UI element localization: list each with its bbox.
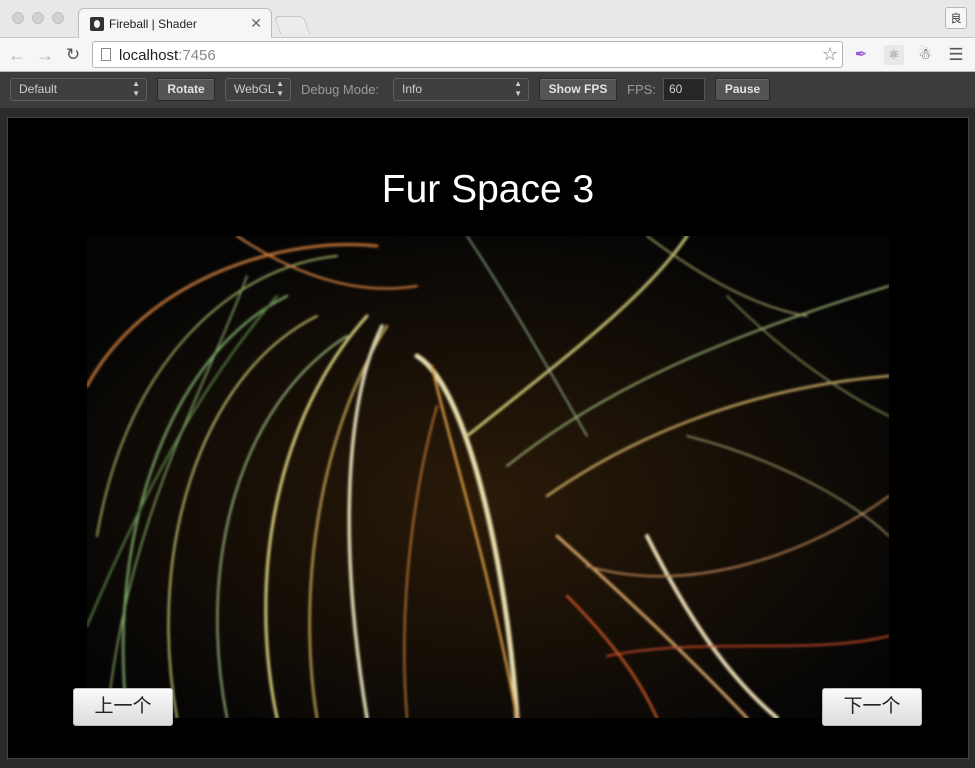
fps-input[interactable]: 60 — [663, 78, 705, 101]
star-icon[interactable]: ☆ — [822, 44, 838, 65]
rotate-button[interactable]: Rotate — [157, 78, 215, 101]
select-arrows-icon: ▲ ▼ — [514, 79, 522, 98]
tab-title: Fireball | Shader — [109, 17, 197, 31]
browser-toolbar: ← → ↻ localhost:7456 ☆ ✒ ⚛ ☃ ☰ — [0, 38, 975, 72]
fps-label: FPS: — [627, 82, 656, 97]
evernote-icon[interactable]: ☃ — [915, 45, 935, 65]
window-close-dot[interactable] — [12, 12, 24, 24]
hamburger-menu-icon[interactable]: ☰ — [946, 45, 966, 65]
fur-space-shader-output — [87, 236, 889, 718]
debug-mode-select[interactable]: Info ▲ ▼ — [393, 78, 529, 101]
browser-titlebar: Fireball | Shader ✕ 良 — [0, 0, 975, 39]
profile-button[interactable]: 良 — [945, 7, 967, 29]
reload-icon[interactable]: ↻ — [62, 44, 84, 66]
window-minimize-dot[interactable] — [32, 12, 44, 24]
fireball-favicon-icon — [90, 17, 104, 31]
pause-button[interactable]: Pause — [715, 78, 770, 101]
select-arrows-icon: ▲ ▼ — [276, 79, 284, 98]
feather-icon[interactable]: ✒ — [851, 45, 871, 65]
back-arrow-icon[interactable]: ← — [6, 44, 28, 66]
prev-scene-button[interactable]: 上一个 — [73, 688, 173, 726]
debug-mode-label: Debug Mode: — [301, 82, 380, 97]
new-tab-button[interactable] — [273, 16, 311, 34]
page-icon — [101, 48, 111, 61]
url-text[interactable]: localhost:7456 — [119, 47, 216, 64]
browser-tab[interactable]: Fireball | Shader ✕ — [78, 8, 272, 39]
forward-arrow-icon[interactable]: → — [34, 44, 56, 66]
shader-streaks-image — [87, 236, 889, 718]
scene-title: Fur Space 3 — [381, 168, 595, 211]
tab-close-icon[interactable]: ✕ — [250, 15, 262, 32]
react-icon[interactable]: ⚛ — [884, 45, 904, 65]
control-bar: Default ▲ ▼ Rotate WebGL ▲ ▼ Debug Mode: I… — [0, 72, 975, 108]
window-zoom-dot[interactable] — [52, 12, 64, 24]
scene-select[interactable]: Default ▲ ▼ — [10, 78, 147, 101]
next-scene-button[interactable]: 下一个 — [822, 688, 922, 726]
address-bar[interactable]: localhost:7456 ☆ — [92, 41, 843, 68]
renderer-select[interactable]: WebGL ▲ ▼ — [225, 78, 291, 101]
select-arrows-icon: ▲ ▼ — [132, 79, 140, 98]
show-fps-button[interactable]: Show FPS — [539, 78, 617, 101]
render-canvas[interactable]: Fur Space 3 上一个 下一个 — [7, 117, 969, 759]
